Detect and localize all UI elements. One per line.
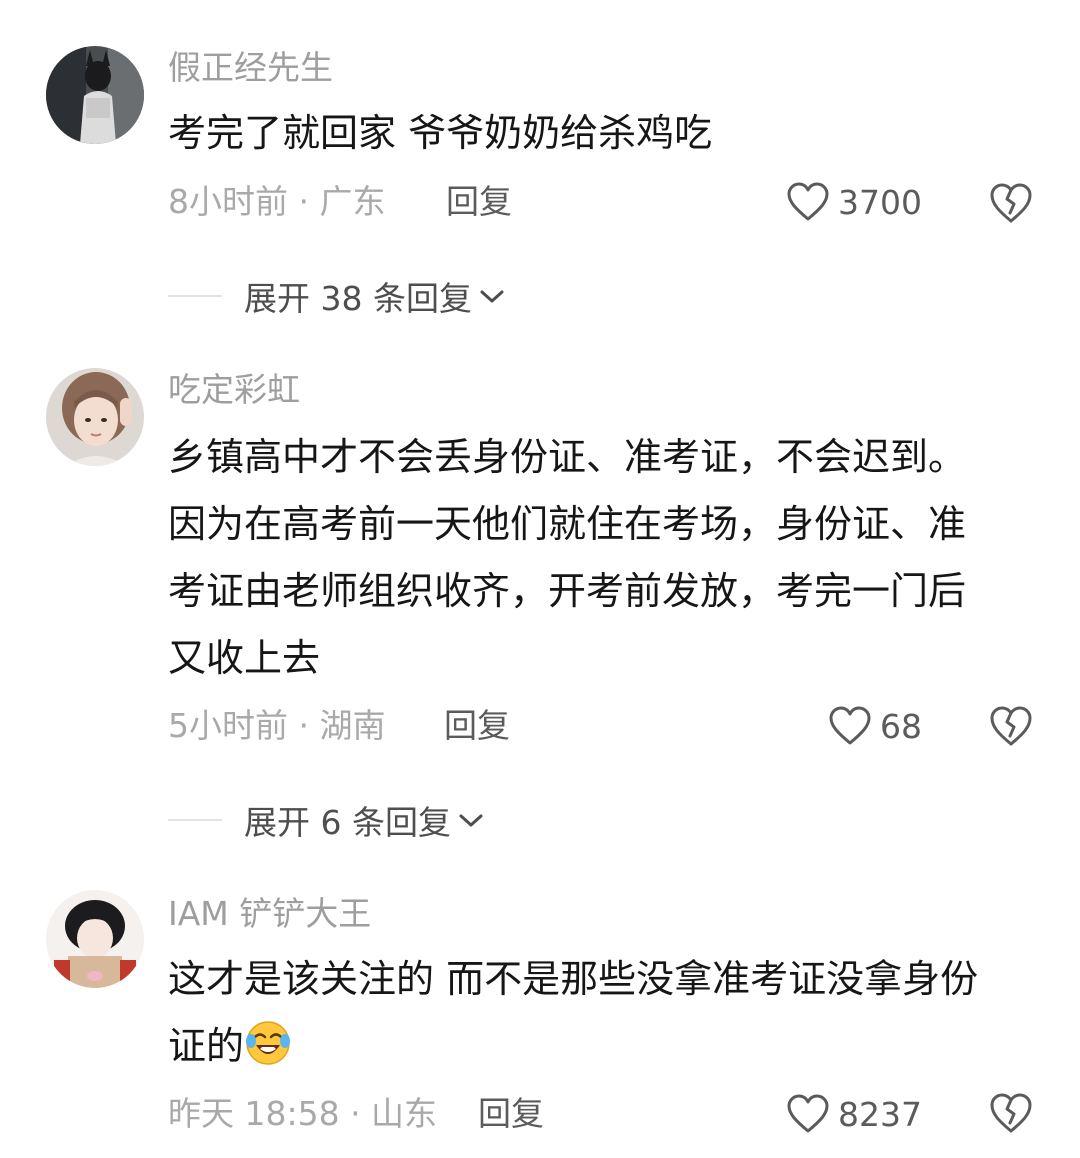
username[interactable]: IAM 铲铲大王: [168, 894, 371, 934]
avatar[interactable]: [46, 368, 144, 466]
username[interactable]: 吃定彩虹: [168, 370, 300, 410]
expand-replies-label: 展开 6 条回复: [244, 803, 451, 842]
broken-heart-icon[interactable]: [988, 703, 1034, 749]
comment-line: 这才是该关注的 而不是那些没拿准考证没拿身份: [168, 957, 979, 1001]
heart-outline-icon: [829, 706, 871, 745]
avatar[interactable]: [46, 46, 144, 144]
comment-line-text: 证的: [168, 1024, 245, 1068]
reply-button[interactable]: 回复: [478, 1094, 544, 1134]
broken-heart-icon[interactable]: [988, 180, 1034, 226]
comment-text: 这才是该关注的 而不是那些没拿准考证没拿身份 证的: [168, 946, 1038, 1080]
like-button[interactable]: 8237: [786, 1090, 922, 1138]
comment-line: 乡镇高中才不会丢身份证、准考证，不会迟到。: [168, 435, 967, 479]
heart-outline-icon: [787, 182, 829, 221]
username[interactable]: 假正经先生: [168, 48, 333, 88]
expand-replies-label: 展开 38 条回复: [244, 279, 472, 318]
chevron-down-icon: [459, 814, 483, 827]
comment-line: 证的: [168, 1013, 1038, 1080]
comment-text: 乡镇高中才不会丢身份证、准考证，不会迟到。 因为在高考前一天他们就住在考场，身份…: [168, 424, 1038, 692]
like-button[interactable]: 68: [828, 702, 922, 750]
comment-text: 考完了就回家 爷爷奶奶给杀鸡吃: [168, 111, 713, 155]
divider-line: [168, 295, 222, 297]
like-count: 8237: [838, 1094, 922, 1134]
avatar[interactable]: [46, 890, 144, 988]
like-count: 68: [880, 706, 922, 746]
comment-line: 考证由老师组织收齐，开考前发放，考完一门后: [168, 569, 967, 613]
comment-line: 又收上去: [168, 636, 321, 680]
expand-replies-button[interactable]: 展开 6 条回复: [168, 798, 485, 842]
divider-line: [168, 819, 222, 821]
like-button[interactable]: 3700: [786, 178, 922, 226]
reply-button[interactable]: 回复: [446, 182, 512, 222]
comment-line: 因为在高考前一天他们就住在考场，身份证、准: [168, 502, 967, 546]
time-location: 8小时前 · 广东: [168, 182, 386, 221]
chevron-down-icon: [480, 290, 504, 303]
time-location: 5小时前 · 湖南: [168, 706, 386, 745]
like-count: 3700: [838, 182, 922, 222]
reply-button[interactable]: 回复: [444, 706, 510, 746]
broken-heart-icon[interactable]: [988, 1090, 1034, 1136]
heart-outline-icon: [787, 1094, 829, 1133]
expand-replies-button[interactable]: 展开 38 条回复: [168, 274, 506, 318]
time-location: 昨天 18:58 · 山东: [168, 1094, 438, 1133]
laughing-crying-emoji: [246, 1021, 291, 1065]
